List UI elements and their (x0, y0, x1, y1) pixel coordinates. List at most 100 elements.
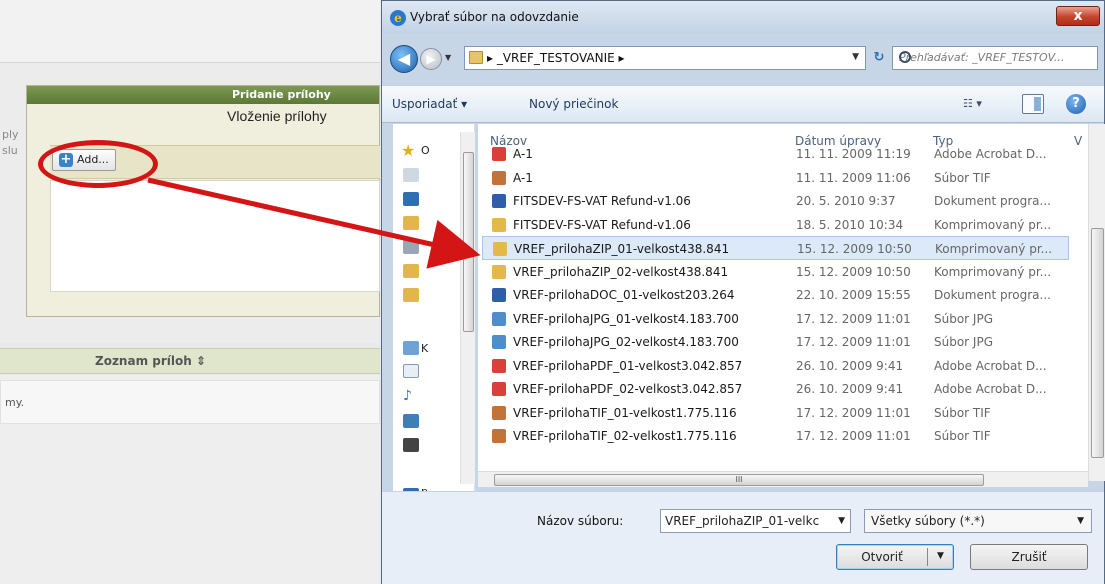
filename-label: Názov súboru: (537, 514, 624, 528)
libraries-label[interactable]: K (421, 342, 428, 355)
image-file-icon (492, 405, 506, 420)
favorites-star-icon[interactable]: ★ (401, 141, 415, 160)
navigation-scrollbar[interactable] (460, 132, 475, 484)
file-row[interactable]: VREF-prilohaDOC_01-velkost203.264 22. 10.… (482, 283, 1069, 307)
background-notice: my. (0, 380, 380, 424)
file-date: 17. 12. 2009 11:01 (796, 311, 911, 326)
file-row[interactable]: VREF-prilohaPDF_02-velkost3.042.857 26. 1… (482, 377, 1069, 401)
music-icon[interactable]: ♪ (403, 388, 419, 404)
file-date: 26. 10. 2009 9:41 (796, 358, 904, 373)
image-file-icon (492, 170, 506, 185)
file-row[interactable]: VREF_prilohaZIP_01-velkost438.841 15. 12.… (482, 236, 1069, 260)
file-list-scrollbar[interactable] (1088, 124, 1105, 481)
attachment-panel-subtitle: Vloženie prílohy (227, 108, 327, 124)
file-date: 22. 10. 2009 15:55 (796, 288, 911, 302)
horizontal-scrollbar[interactable]: III (478, 471, 1088, 487)
filename-field[interactable]: VREF_prilohaZIP_01-velkc ▼ (660, 509, 851, 533)
word-document-icon (492, 288, 506, 302)
pictures-icon[interactable] (403, 414, 419, 428)
preview-pane-icon[interactable] (1022, 94, 1044, 114)
zip-folder-icon (492, 264, 506, 279)
breadcrumb[interactable]: ▸ _VREF_TESTOVANIE ▸ (487, 51, 625, 65)
open-button[interactable]: Otvoriť ▼ (836, 544, 954, 570)
chevron-down-icon[interactable]: ▼ (1077, 510, 1084, 532)
close-button[interactable]: x (1056, 6, 1100, 26)
address-input[interactable]: ▸ _VREF_TESTOVANIE ▸ ▼ (464, 46, 866, 70)
file-row[interactable]: VREF-prilohaTIF_01-velkost1.775.116 17. 1… (482, 401, 1069, 425)
file-row[interactable]: A-1 11. 11. 2009 11:19 Adobe Acrobat D... (482, 142, 1069, 166)
cancel-button[interactable]: Zrušiť (970, 544, 1088, 570)
file-date: 15. 12. 2009 10:50 (796, 264, 911, 279)
attachments-list-title[interactable]: Zoznam príloh ⇕ (95, 354, 206, 368)
history-dropdown-icon[interactable]: ▼ (445, 53, 451, 62)
file-row[interactable]: FITSDEV-FS-VAT Refund-v1.06 20. 5. 2010 9… (482, 189, 1069, 213)
attachment-panel-header: Pridanie prílohy (27, 86, 379, 104)
file-row[interactable]: VREF_prilohaZIP_02-velkost438.841 15. 12.… (482, 260, 1069, 284)
navigation-scroll-thumb[interactable] (463, 152, 474, 332)
annotation-highlight-ellipse (38, 140, 158, 188)
scroll-thumb[interactable] (1091, 228, 1104, 458)
libraries-icon[interactable] (403, 341, 419, 355)
horizontal-scroll-thumb[interactable]: III (494, 474, 984, 486)
favorites-label[interactable]: O (421, 144, 430, 157)
open-options-dropdown-icon[interactable]: ▼ (937, 551, 944, 561)
pdf-file-icon (492, 147, 506, 161)
file-date: 11. 11. 2009 11:06 (796, 170, 911, 185)
file-row[interactable]: VREF-prilohaPDF_01-velkost3.042.857 26. 1… (482, 354, 1069, 378)
videos-icon[interactable] (403, 438, 419, 452)
background-notice-text: my. (5, 396, 25, 409)
file-type-select[interactable]: Všetky súbory (*.*) ▼ (864, 509, 1092, 533)
file-date: 17. 12. 2009 11:01 (796, 405, 911, 420)
desktop-icon[interactable] (403, 192, 419, 206)
file-type: Adobe Acrobat D... (934, 382, 1047, 396)
drive-icon[interactable] (403, 240, 419, 254)
folder-icon[interactable] (403, 288, 419, 302)
chevron-down-icon[interactable]: ▼ (838, 510, 845, 532)
recent-places-icon[interactable] (403, 168, 419, 182)
file-type: Adobe Acrobat D... (934, 358, 1047, 373)
file-row[interactable]: A-1 11. 11. 2009 11:06 Súbor TIF (482, 166, 1069, 190)
back-button[interactable]: ◀ (390, 45, 418, 73)
file-name: VREF-prilohaTIF_02-velkost1.775.116 (513, 429, 737, 443)
downloads-icon[interactable] (403, 216, 419, 230)
file-list: Názov Dátum úpravy Typ V A-1 11. 11. 2009… (478, 124, 1088, 481)
search-icon[interactable] (899, 51, 911, 63)
button-divider (927, 548, 928, 566)
photo-file-icon (492, 311, 506, 326)
new-folder-button[interactable]: Nový priečinok (529, 97, 618, 111)
file-row[interactable]: FITSDEV-FS-VAT Refund-v1.06 18. 5. 2010 1… (482, 213, 1069, 237)
file-name: A-1 (513, 147, 533, 161)
documents-icon[interactable] (403, 364, 419, 378)
file-name: VREF-prilohaPDF_02-velkost3.042.857 (513, 382, 743, 396)
pdf-file-icon (492, 382, 506, 396)
dialog-titlebar[interactable]: e Vybrať súbor na odovzdanie x (382, 1, 1104, 33)
file-type: Adobe Acrobat D... (934, 147, 1047, 161)
file-date: 20. 5. 2010 9:37 (796, 194, 896, 208)
file-row[interactable]: VREF-prilohaTIF_02-velkost1.775.116 17. 1… (482, 424, 1069, 448)
file-row[interactable]: VREF-prilohaJPG_01-velkost4.183.700 17. 1… (482, 307, 1069, 331)
file-date: 26. 10. 2009 9:41 (796, 382, 904, 396)
refresh-button[interactable]: ↻ (869, 46, 889, 70)
file-name: VREF_prilohaZIP_01-velkost438.841 (514, 242, 730, 256)
chevron-down-icon[interactable]: ▼ (852, 52, 859, 62)
file-date: 15. 12. 2009 10:50 (797, 242, 912, 256)
file-name: VREF-prilohaTIF_01-velkost1.775.116 (513, 405, 737, 420)
photo-file-icon (492, 335, 506, 349)
zip-folder-icon (493, 242, 507, 256)
folder-icon[interactable] (403, 264, 419, 278)
search-input[interactable]: Prehľadávať: _VREF_TESTOV... (892, 46, 1098, 70)
dialog-footer: Názov súboru: VREF_prilohaZIP_01-velkc ▼… (382, 491, 1104, 584)
file-type: Komprimovaný pr... (935, 242, 1053, 256)
file-type: Komprimovaný pr... (934, 217, 1052, 232)
forward-button[interactable]: ▶ (420, 48, 442, 70)
file-name: VREF_prilohaZIP_02-velkost438.841 (513, 264, 729, 279)
column-header-size[interactable]: V (1074, 134, 1082, 148)
file-date: 18. 5. 2010 10:34 (796, 217, 904, 232)
file-row[interactable]: VREF-prilohaJPG_02-velkost4.183.700 17. 1… (482, 330, 1069, 354)
attachment-drop-area[interactable] (50, 180, 380, 292)
navigation-pane: ★ O K ♪ p (393, 124, 475, 498)
views-menu[interactable]: ☷ ▾ (963, 97, 982, 110)
help-icon[interactable]: ? (1066, 94, 1086, 114)
attachments-list-header: Zoznam príloh ⇕ (0, 348, 380, 374)
organize-menu[interactable]: Usporiadať ▾ (392, 97, 467, 111)
